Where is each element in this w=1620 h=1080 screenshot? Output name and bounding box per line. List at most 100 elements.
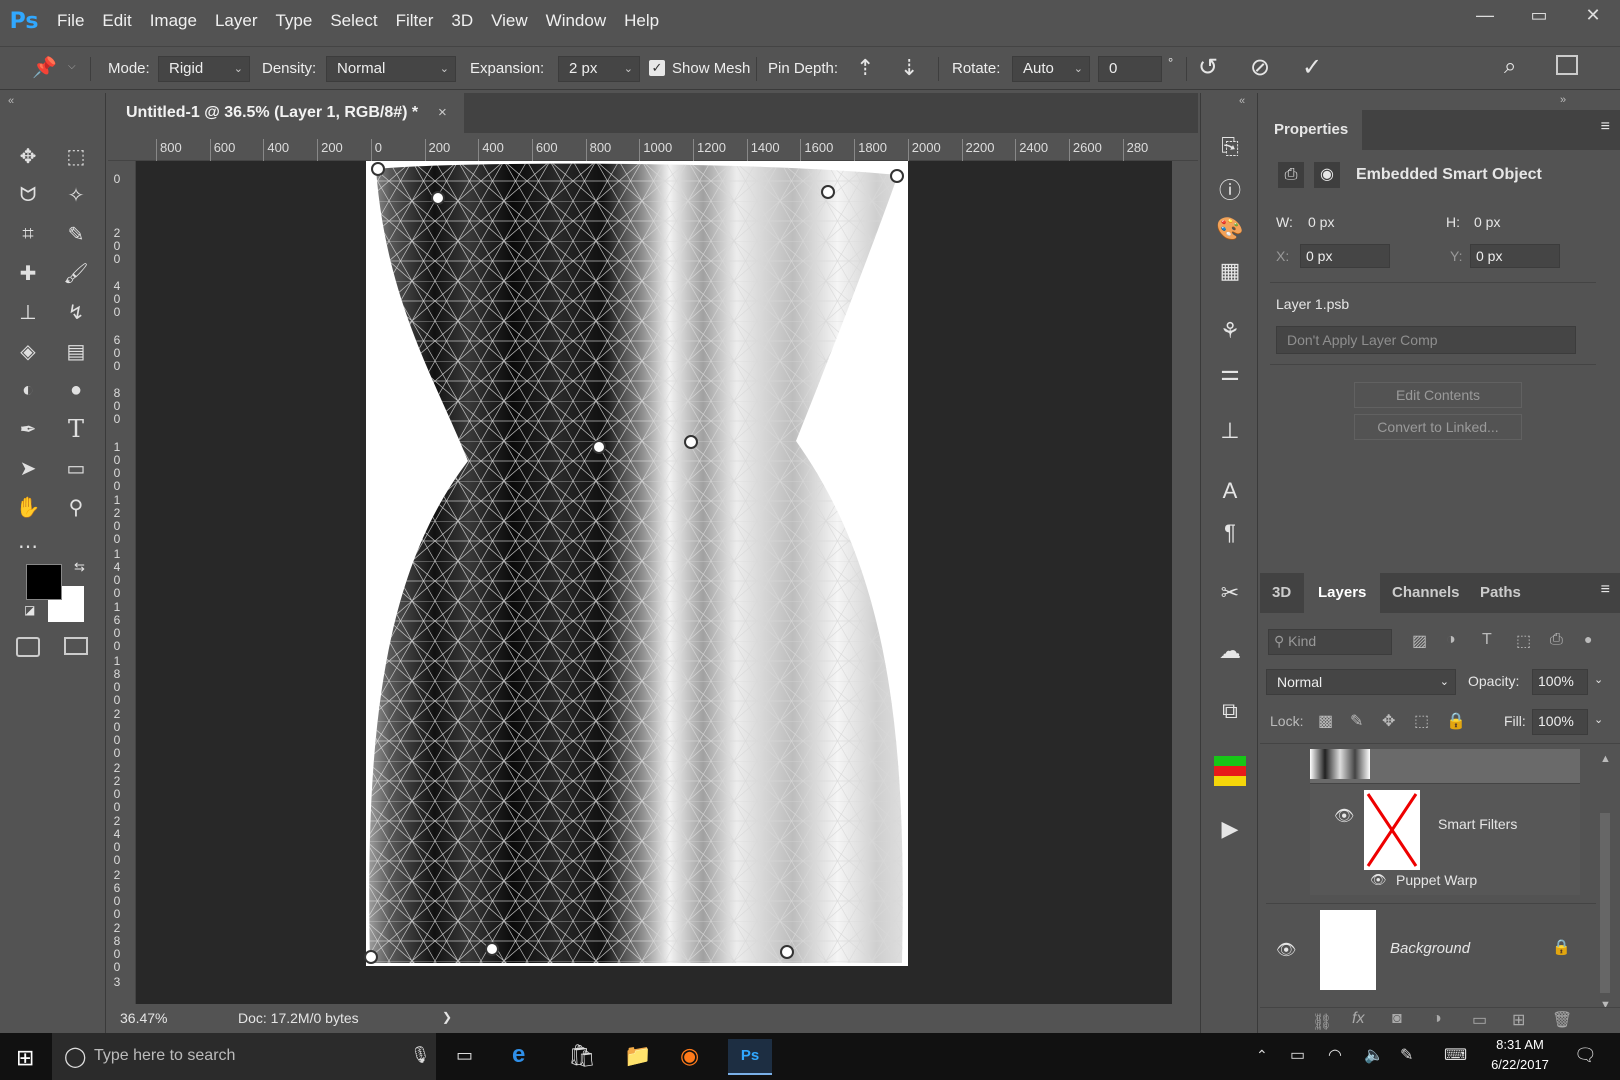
default-colors-icon[interactable]: ◪ [24, 603, 35, 617]
visibility-eye-icon[interactable]: 👁 [1334, 806, 1354, 826]
clone-stamp-tool-icon[interactable]: ⊥ [10, 294, 46, 330]
character-panel-icon[interactable]: A [1211, 473, 1249, 509]
eraser-tool-icon[interactable]: ◈ [10, 333, 46, 369]
lock-artboard-icon[interactable]: ⬚ [1414, 711, 1429, 731]
pin[interactable] [485, 942, 499, 956]
menu-window[interactable]: Window [537, 0, 615, 42]
opacity-field[interactable]: 100% [1532, 669, 1588, 695]
path-selection-tool-icon[interactable]: ➤ [10, 450, 46, 486]
pin[interactable] [431, 191, 445, 205]
opacity-slider-icon[interactable]: ⌄ [1594, 673, 1603, 686]
action-center-icon[interactable]: 🗨 [1574, 1045, 1597, 1066]
swatches-panel-icon[interactable]: ▦ [1211, 253, 1249, 289]
canvas-area[interactable] [136, 161, 1172, 1004]
marquee-tool-icon[interactable]: ⬚ [58, 138, 94, 174]
brush-tool-icon[interactable]: 🖌 [58, 255, 94, 291]
microphone-icon[interactable]: 🎙 [410, 1045, 430, 1065]
visibility-eye-icon[interactable]: 👁 [1276, 940, 1296, 960]
tool-presets-icon[interactable]: ✂ [1211, 575, 1249, 611]
photoshop-taskbar-icon[interactable]: Ps [728, 1039, 772, 1075]
healing-brush-tool-icon[interactable]: ✚ [10, 255, 46, 291]
pin-forward-icon[interactable]: ⇡ [856, 55, 874, 81]
panel-menu-icon[interactable]: ≡ [1601, 118, 1610, 136]
rotate-angle-field[interactable]: 0 [1098, 56, 1162, 82]
pin[interactable] [780, 945, 794, 959]
menu-image[interactable]: Image [141, 0, 206, 42]
pin[interactable] [890, 169, 904, 183]
tab-3d[interactable]: 3D [1262, 573, 1301, 613]
menu-3d[interactable]: 3D [442, 0, 482, 42]
file-explorer-icon[interactable]: 📁 [624, 1043, 651, 1069]
dodge-tool-icon[interactable]: ● [58, 372, 94, 408]
close-document-icon[interactable]: × [438, 104, 447, 121]
status-menu-arrow-icon[interactable]: ❯ [442, 1010, 452, 1024]
windows-start-icon[interactable]: ⊞ [16, 1045, 34, 1071]
horizontal-ruler[interactable]: 800 600 400 200 0 200 400 600 800 1000 1200 1400 160… [108, 133, 1198, 161]
document-tab[interactable]: Untitled-1 @ 36.5% (Layer 1, RGB/8#) * [108, 93, 464, 133]
pin[interactable] [821, 185, 835, 199]
pin[interactable] [371, 162, 385, 176]
lock-image-icon[interactable]: ✎ [1350, 711, 1363, 731]
paragraph-panel-icon[interactable]: ¶ [1211, 515, 1249, 551]
smart-object-layer-row[interactable] [1310, 749, 1580, 783]
eyedropper-tool-icon[interactable]: ✎ [58, 216, 94, 252]
tray-chevron-icon[interactable]: ⌃ [1256, 1047, 1268, 1064]
panel-menu-icon[interactable]: ≡ [1601, 581, 1610, 599]
fill-slider-icon[interactable]: ⌄ [1594, 713, 1603, 726]
filter-shape-icon[interactable]: ⬚ [1516, 631, 1531, 651]
taskbar-search-box[interactable]: ◯ Type here to search 🎙 [52, 1033, 436, 1080]
tab-properties[interactable]: Properties [1260, 110, 1363, 150]
background-layer-row[interactable]: 👁 Background 🔒 [1266, 903, 1596, 995]
lasso-tool-icon[interactable]: ᗢ [10, 177, 46, 213]
puppet-pin-tool-icon[interactable]: 📌 [32, 55, 57, 80]
smart-filters-row[interactable]: 👁 Smart Filters 👁 Puppet Warp [1310, 783, 1580, 895]
plugin-panel-icon[interactable] [1211, 753, 1249, 789]
lock-transparent-icon[interactable]: ▩ [1318, 711, 1333, 731]
pin[interactable] [592, 440, 606, 454]
pin-backward-icon[interactable]: ⇣ [900, 55, 918, 81]
layer-comps-icon[interactable]: ⧉ [1211, 693, 1249, 729]
layer-filter-kind[interactable]: ⚲ Kind [1268, 629, 1392, 655]
adjustments-panel-icon[interactable]: ⚌ [1211, 355, 1249, 391]
crop-tool-icon[interactable]: ⌗ [10, 216, 46, 252]
minimize-button[interactable]: — [1458, 0, 1512, 30]
firefox-icon[interactable]: ◉ [680, 1043, 699, 1069]
reset-pins-icon[interactable]: ↺ [1198, 53, 1218, 82]
blend-mode-dropdown[interactable]: Normal ⌄ [1266, 669, 1456, 695]
collapse-icon[interactable]: « [1239, 95, 1245, 107]
screen-mode-icon[interactable] [64, 637, 88, 655]
volume-icon[interactable]: 🔈 [1364, 1045, 1384, 1065]
trash-icon[interactable]: 🗑 [1552, 1010, 1572, 1030]
pin[interactable] [364, 950, 378, 964]
x-field[interactable]: 0 px [1300, 244, 1390, 268]
type-tool-icon[interactable]: T [58, 411, 94, 447]
wifi-icon[interactable]: ◠ [1328, 1045, 1342, 1065]
rotate-dropdown[interactable]: Auto ⌄ [1012, 56, 1090, 82]
brushes-panel-icon[interactable]: ⚘ [1211, 313, 1249, 349]
filter-type-icon[interactable]: T [1482, 631, 1492, 649]
menu-help[interactable]: Help [615, 0, 668, 42]
puppet-warp-filter-label[interactable]: Puppet Warp [1396, 872, 1477, 888]
pin[interactable] [684, 435, 698, 449]
rectangle-tool-icon[interactable]: ▭ [58, 450, 94, 486]
adjustment-layer-icon[interactable]: ◑ [1432, 1010, 1442, 1028]
collapse-icon[interactable]: « [8, 95, 14, 107]
clone-source-panel-icon[interactable]: ⊥ [1211, 413, 1249, 449]
menu-type[interactable]: Type [266, 0, 321, 42]
zoom-level[interactable]: 36.47% [120, 1010, 167, 1026]
quick-mask-icon[interactable] [16, 637, 40, 657]
menu-file[interactable]: File [48, 0, 93, 42]
fx-icon[interactable]: fx [1352, 1010, 1364, 1028]
document-canvas[interactable] [136, 161, 1172, 1004]
expand-icon[interactable]: » [1560, 94, 1566, 106]
battery-icon[interactable]: ▭ [1290, 1045, 1305, 1065]
cancel-warp-icon[interactable]: ⊘ [1250, 53, 1270, 82]
show-mesh-checkbox[interactable]: ✓ [649, 60, 665, 76]
zoom-tool-icon[interactable]: ⚲ [58, 489, 94, 525]
filter-smart-object-icon[interactable]: ⎙ [1550, 631, 1563, 649]
visibility-eye-icon[interactable]: 👁 [1370, 872, 1387, 888]
keyboard-icon[interactable]: ⌨ [1444, 1045, 1467, 1065]
tool-preset-chevron-icon[interactable]: ⌵ [68, 61, 76, 72]
mask-icon[interactable]: ◉ [1314, 162, 1340, 188]
move-tool-icon[interactable]: ✥ [10, 138, 46, 174]
